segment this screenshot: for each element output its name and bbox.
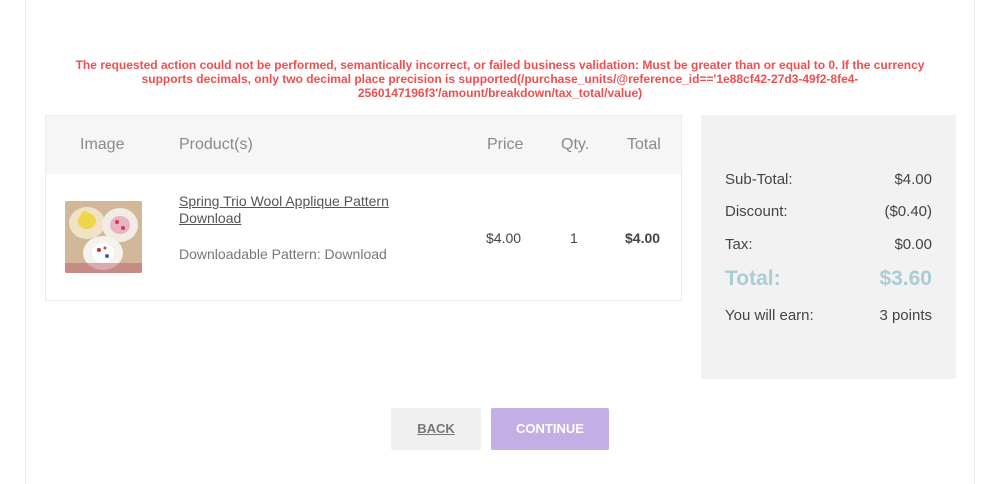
product-name-link[interactable]: Spring Trio Wool Applique Pattern Downlo… xyxy=(179,193,414,227)
discount-value: ($0.40) xyxy=(884,203,932,220)
discount-row: Discount: ($0.40) xyxy=(725,203,932,220)
tax-label: Tax: xyxy=(725,236,753,253)
tax-value: $0.00 xyxy=(894,236,932,253)
discount-label: Discount: xyxy=(725,203,788,220)
total-row: Total: $3.60 xyxy=(725,267,932,291)
header-price: Price xyxy=(487,136,524,153)
header-qty: Qty. xyxy=(561,136,590,153)
error-message: The requested action could not be perfor… xyxy=(75,58,925,100)
item-total: $4.00 xyxy=(625,230,661,246)
header-products: Product(s) xyxy=(179,136,253,153)
tax-row: Tax: $0.00 xyxy=(725,236,932,253)
order-summary: Sub-Total: $4.00 Discount: ($0.40) Tax: … xyxy=(701,115,956,379)
earn-label: You will earn: xyxy=(725,307,814,324)
cart-table: Image Product(s) Price Qty. Total Spring… xyxy=(45,115,682,301)
item-price: $4.00 xyxy=(486,230,522,246)
earn-points-row: You will earn: 3 points xyxy=(725,307,932,324)
product-variant: Downloadable Pattern: Download xyxy=(179,246,387,262)
earn-value: 3 points xyxy=(879,307,932,324)
header-total: Total xyxy=(627,136,661,153)
total-value: $3.60 xyxy=(879,267,932,290)
item-qty: 1 xyxy=(570,230,578,246)
continue-button[interactable]: CONTINUE xyxy=(491,408,609,450)
subtotal-row: Sub-Total: $4.00 xyxy=(725,171,932,188)
product-thumbnail[interactable] xyxy=(65,201,142,273)
subtotal-value: $4.00 xyxy=(894,171,932,188)
back-button[interactable]: BACK xyxy=(391,408,481,450)
subtotal-label: Sub-Total: xyxy=(725,171,793,188)
total-label: Total: xyxy=(725,267,781,290)
cart-header-row: Image Product(s) Price Qty. Total xyxy=(46,116,681,174)
header-image: Image xyxy=(80,136,125,153)
